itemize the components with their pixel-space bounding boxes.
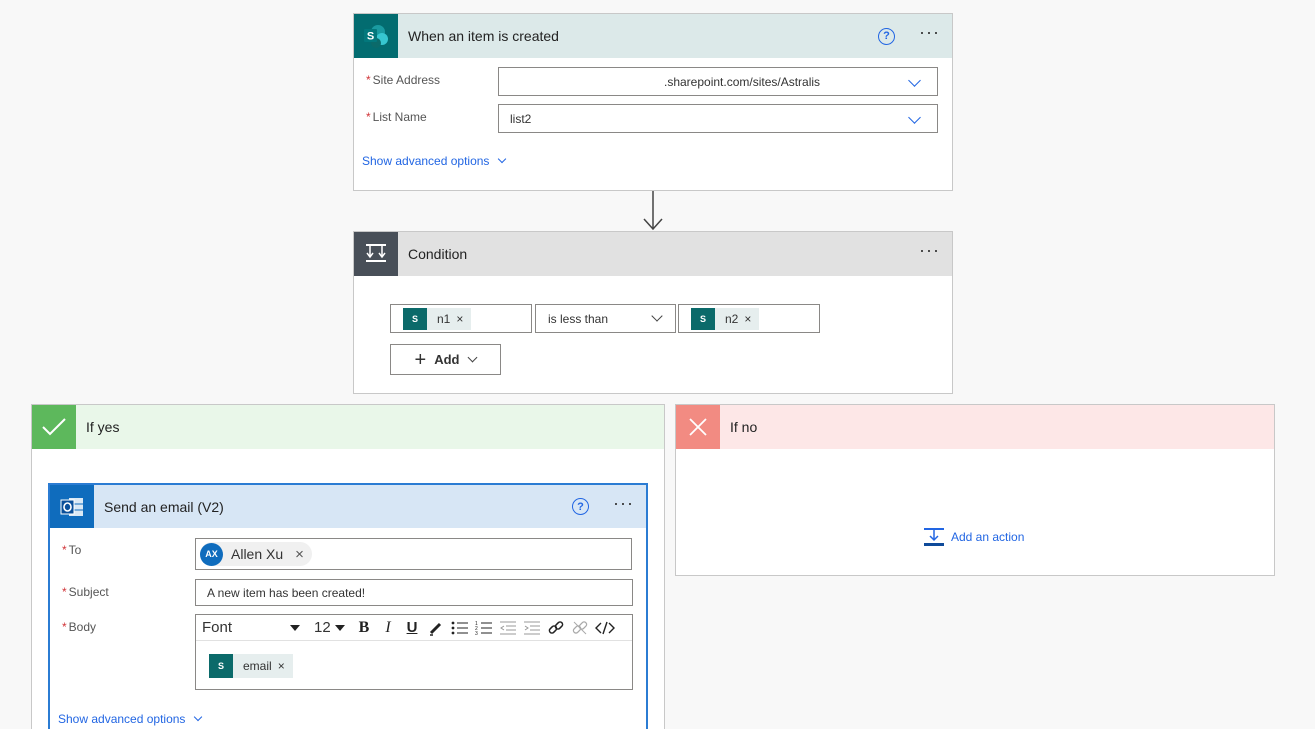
remove-token-icon[interactable]: × [744, 312, 759, 326]
help-icon[interactable]: ? [572, 498, 590, 515]
sharepoint-icon: S [691, 307, 715, 330]
to-field[interactable]: AX Allen Xu × [195, 538, 632, 570]
token-n2: S n2 × [691, 307, 760, 330]
trigger-title: When an item is created [408, 28, 559, 44]
if-yes-header[interactable]: If yes [32, 405, 664, 449]
list-name-value: list2 [510, 111, 532, 126]
sharepoint-icon: S [403, 307, 427, 330]
connector-arrow-icon [643, 191, 663, 231]
increase-indent-icon[interactable] [520, 616, 544, 640]
condition-header[interactable]: Condition ··· [354, 232, 952, 276]
show-advanced-options-link[interactable]: Show advanced options [58, 712, 203, 726]
add-an-action-button[interactable]: Add an action [923, 527, 1024, 547]
add-an-action-label: Add an action [951, 530, 1025, 544]
sharepoint-icon: S [209, 654, 233, 678]
svg-text:S: S [367, 31, 374, 43]
underline-icon[interactable]: U [400, 616, 424, 640]
show-advanced-label: Show advanced options [58, 712, 186, 726]
send-email-title: Send an email (V2) [104, 498, 224, 515]
more-options-icon[interactable]: ··· [919, 23, 940, 45]
if-yes-title: If yes [86, 419, 120, 435]
if-no-title: If no [730, 419, 758, 435]
help-icon[interactable]: ? [878, 27, 896, 45]
avatar: AX [200, 542, 223, 566]
remove-token-icon[interactable]: × [278, 659, 293, 673]
add-condition-button[interactable]: + Add [390, 344, 501, 375]
numbered-list-icon[interactable]: 123 [472, 616, 496, 640]
chevron-down-icon [651, 310, 663, 322]
font-size-value: 12 [314, 619, 331, 636]
remove-recipient-icon[interactable]: × [295, 546, 304, 563]
sharepoint-icon: S [354, 14, 398, 58]
site-address-dropdown[interactable]: .sharepoint.com/sites/Astralis [498, 67, 938, 96]
dropdown-triangle-icon [290, 624, 300, 631]
trigger-header[interactable]: S When an item is created ? ··· [354, 14, 952, 58]
condition-operator-select[interactable]: is less than [535, 304, 676, 333]
list-name-label: * List Name [366, 110, 427, 124]
condition-title: Condition [408, 246, 468, 262]
recipient-chip[interactable]: AX Allen Xu × [200, 542, 312, 566]
send-email-header[interactable]: Send an email (V2) ? ··· [50, 485, 646, 528]
list-name-dropdown[interactable]: list2 [498, 104, 938, 133]
plus-icon: + [414, 348, 427, 371]
close-icon [676, 405, 720, 449]
body-toolbar: Font 12 B I U 123 [196, 615, 632, 641]
show-advanced-options-link[interactable]: Show advanced options [362, 154, 507, 168]
chevron-down-icon [468, 352, 478, 363]
more-options-icon[interactable]: ··· [919, 241, 940, 263]
condition-right-operand[interactable]: S n2 × [678, 304, 820, 333]
code-view-icon[interactable] [592, 616, 618, 640]
body-label: * Body [62, 620, 97, 634]
more-options-icon[interactable]: ··· [613, 494, 634, 516]
trigger-card: S When an item is created ? ··· * Site Ad… [353, 13, 953, 191]
bulleted-list-icon[interactable] [448, 616, 472, 640]
font-select-value: Font [202, 619, 233, 636]
add-label: Add [434, 352, 460, 367]
remove-token-icon[interactable]: × [456, 312, 471, 326]
if-no-branch: If no Add an action [675, 404, 1275, 576]
dropdown-triangle-icon [334, 624, 345, 631]
unlink-icon[interactable] [568, 616, 592, 640]
link-icon[interactable] [544, 616, 568, 640]
chevron-down-icon [194, 712, 203, 722]
condition-card: Condition ··· S n1 × is less than S n2 ×… [353, 231, 953, 394]
body-token-email[interactable]: S email × [209, 654, 293, 678]
to-label: * To [62, 543, 82, 557]
body-editor[interactable]: Font 12 B I U 123 S email × [195, 614, 633, 690]
token-label: email [243, 659, 272, 673]
subject-label: * Subject [62, 585, 109, 599]
bold-icon[interactable]: B [352, 616, 376, 640]
chevron-down-icon [908, 111, 921, 124]
svg-text:3: 3 [475, 631, 478, 636]
chevron-down-icon [498, 154, 507, 164]
condition-left-operand[interactable]: S n1 × [390, 304, 532, 333]
outlook-icon [50, 485, 94, 528]
token-label: n1 [437, 311, 451, 326]
show-advanced-label: Show advanced options [362, 154, 490, 168]
subject-input[interactable]: A new item has been created! [195, 579, 633, 606]
condition-icon [354, 232, 398, 276]
font-select[interactable]: Font [202, 619, 308, 636]
if-no-header[interactable]: If no [676, 405, 1274, 449]
italic-icon[interactable]: I [376, 616, 400, 640]
checkmark-icon [32, 405, 76, 449]
operator-value: is less than [548, 311, 609, 326]
recipient-name: Allen Xu [231, 546, 284, 562]
token-label: n2 [725, 311, 739, 326]
site-address-label: * Site Address [366, 73, 441, 87]
chevron-down-icon [908, 74, 921, 87]
send-email-card: Send an email (V2) ? ··· * To AX Allen Xu… [48, 483, 648, 729]
token-n1: S n1 × [403, 307, 472, 330]
decrease-indent-icon[interactable] [496, 616, 520, 640]
subject-value: A new item has been created! [207, 585, 366, 600]
add-action-icon [924, 528, 944, 546]
site-address-value: .sharepoint.com/sites/Astralis [664, 74, 821, 89]
highlight-icon[interactable] [424, 616, 448, 640]
font-size-select[interactable]: 12 [314, 619, 352, 636]
